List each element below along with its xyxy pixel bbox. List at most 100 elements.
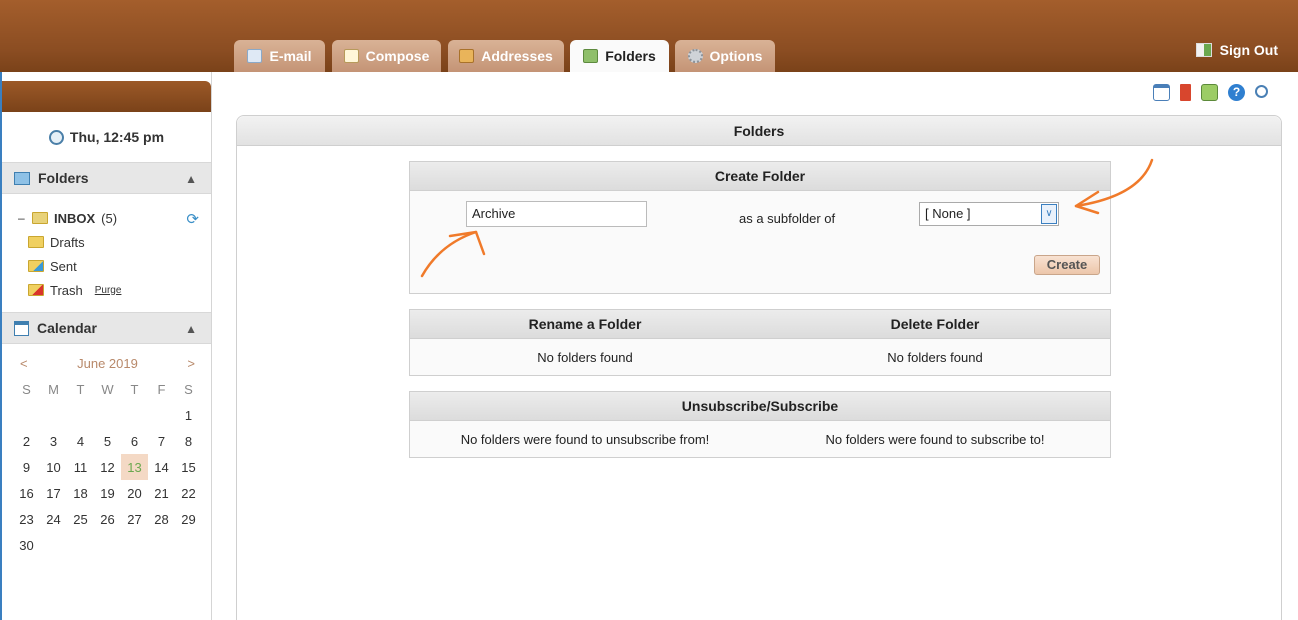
calendar-day[interactable]: 3 — [40, 428, 67, 454]
tab-email[interactable]: E-mail — [234, 40, 325, 72]
calendar-day[interactable]: 5 — [94, 428, 121, 454]
calendar-day[interactable]: 10 — [40, 454, 67, 480]
folder-tool-icon[interactable] — [1201, 84, 1218, 101]
calendar-day[interactable]: 6 — [121, 428, 148, 454]
calendar-day[interactable]: 7 — [148, 428, 175, 454]
folder-drafts[interactable]: Drafts — [18, 230, 211, 254]
sign-out-label: Sign Out — [1219, 42, 1278, 58]
calendar-empty-cell — [121, 402, 148, 428]
calendar-day[interactable]: 14 — [148, 454, 175, 480]
sign-out-link[interactable]: Sign Out — [1195, 42, 1278, 58]
calendar-day[interactable]: 11 — [67, 454, 94, 480]
tab-label: Addresses — [481, 48, 553, 64]
search-icon[interactable] — [1255, 85, 1268, 98]
calendar-icon — [14, 320, 29, 336]
calendar-day[interactable]: 18 — [67, 480, 94, 506]
calendar-day[interactable]: 9 — [13, 454, 40, 480]
folder-sent[interactable]: Sent — [18, 254, 211, 278]
calendar-view-icon[interactable] — [1153, 84, 1170, 101]
subscribe-box: Unsubscribe/Subscribe No folders were fo… — [409, 391, 1111, 458]
weekday-label: W — [101, 381, 114, 397]
calendar-day[interactable]: 4 — [67, 428, 94, 454]
calendar-empty-cell — [40, 402, 67, 428]
purge-link[interactable]: Purge — [95, 285, 122, 296]
calendar-section-header[interactable]: Calendar ▲ — [2, 312, 211, 344]
tab-addresses[interactable]: Addresses — [448, 40, 564, 72]
weekday-label: T — [130, 381, 139, 397]
create-button[interactable]: Create — [1034, 255, 1100, 275]
calendar-day[interactable]: 13 — [121, 454, 148, 480]
calendar-day[interactable]: 19 — [94, 480, 121, 506]
addressbook-icon — [459, 49, 475, 63]
weekday-label: M — [48, 381, 59, 397]
inbox-count: (5) — [101, 210, 118, 226]
rename-delete-body: No folders found No folders found — [410, 339, 1110, 375]
clock-text: Thu, 12:45 pm — [69, 129, 165, 145]
tab-label: Options — [709, 48, 763, 64]
weekday-label: S — [22, 381, 31, 397]
weekday-label: F — [157, 381, 166, 397]
clock-icon — [48, 129, 64, 145]
calendar-day[interactable]: 24 — [40, 506, 67, 532]
tab-label: Folders — [605, 48, 656, 64]
parent-folder-value: [ None ] — [925, 206, 971, 221]
page-title: Folders — [237, 116, 1281, 146]
tab-options[interactable]: Options — [675, 40, 775, 72]
mini-calendar: < June 2019 > S M T W T F S 1 2 3 4 5 6 7 8 9 10 11 12 13 14… — [2, 344, 211, 558]
prev-month-button[interactable]: < — [20, 356, 28, 371]
folder-list: – INBOX (5) ⟳ Drafts Sent Trash Purge — [2, 194, 211, 312]
calendar-day[interactable]: 29 — [175, 506, 202, 532]
toolbar-icons: ? — [1153, 84, 1268, 101]
subscribe-empty-text: No folders were found to subscribe to! — [825, 431, 1045, 447]
calendar-day[interactable]: 23 — [13, 506, 40, 532]
calendar-day[interactable]: 15 — [175, 454, 202, 480]
unsubscribe-empty-text: No folders were found to unsubscribe fro… — [460, 431, 710, 447]
folders-section-header[interactable]: Folders ▲ — [2, 162, 211, 194]
calendar-day[interactable]: 27 — [121, 506, 148, 532]
collapse-folders-icon[interactable]: ▲ — [185, 172, 197, 186]
calendar-day[interactable]: 8 — [175, 428, 202, 454]
next-month-button[interactable]: > — [187, 356, 195, 371]
rename-empty-text: No folders found — [537, 349, 633, 365]
create-folder-body: Archive as a subfolder of [ None ] ∨ Cre… — [410, 191, 1110, 293]
calendar-empty-cell — [148, 402, 175, 428]
calendar-day[interactable]: 26 — [94, 506, 121, 532]
help-icon[interactable]: ? — [1228, 84, 1245, 101]
folder-name-input[interactable]: Archive — [466, 201, 647, 227]
tab-compose[interactable]: Compose — [332, 40, 441, 72]
main-content: ? Folders Create Folder Archive as a sub… — [213, 72, 1298, 620]
chevron-down-icon[interactable]: ∨ — [1041, 204, 1057, 224]
sidebar: Thu, 12:45 pm Folders ▲ – INBOX (5) ⟳ Dr… — [0, 72, 212, 620]
tab-folders[interactable]: Folders — [570, 40, 669, 72]
calendar-grid: S M T W T F S 1 2 3 4 5 6 7 8 9 10 11 12 13 14 15 16 17 18 19 20 21… — [13, 376, 201, 558]
calendar-day[interactable]: 1 — [175, 402, 202, 428]
folders-panel: Folders Create Folder Archive as a subfo… — [236, 115, 1282, 620]
calendar-day[interactable]: 21 — [148, 480, 175, 506]
parent-folder-select[interactable]: [ None ] ∨ — [919, 202, 1059, 226]
calendar-day[interactable]: 12 — [94, 454, 121, 480]
bookmark-icon[interactable] — [1180, 84, 1191, 101]
rename-delete-header: Rename a Folder Delete Folder — [410, 310, 1110, 339]
folder-trash[interactable]: Trash Purge — [18, 278, 211, 302]
calendar-day[interactable]: 2 — [13, 428, 40, 454]
tab-label: Compose — [365, 48, 430, 64]
sent-label: Sent — [50, 258, 77, 274]
calendar-day[interactable]: 22 — [175, 480, 202, 506]
calendar-day[interactable]: 30 — [13, 532, 40, 558]
folder-inbox[interactable]: – INBOX (5) ⟳ — [18, 206, 211, 230]
collapse-calendar-icon[interactable]: ▲ — [185, 322, 197, 336]
calendar-day[interactable]: 28 — [148, 506, 175, 532]
calendar-empty-cell — [13, 402, 40, 428]
calendar-day[interactable]: 20 — [121, 480, 148, 506]
calendar-day[interactable]: 16 — [13, 480, 40, 506]
sign-out-icon — [1195, 43, 1212, 57]
calendar-empty-cell — [67, 402, 94, 428]
calendar-day[interactable]: 17 — [40, 480, 67, 506]
refresh-icon[interactable]: ⟳ — [186, 210, 199, 228]
collapse-icon[interactable]: – — [18, 211, 26, 225]
delete-empty-text: No folders found — [887, 349, 983, 365]
calendar-day[interactable]: 25 — [67, 506, 94, 532]
clock: Thu, 12:45 pm — [2, 112, 211, 162]
calendar-empty-cell — [94, 402, 121, 428]
rename-folder-title: Rename a Folder — [528, 316, 642, 332]
